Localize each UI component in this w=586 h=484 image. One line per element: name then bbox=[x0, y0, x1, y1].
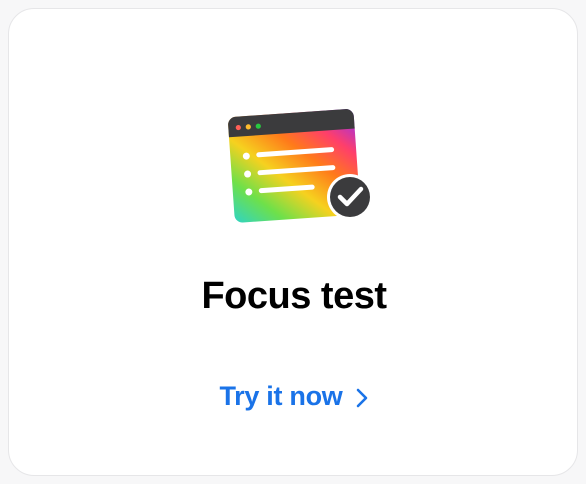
focus-test-app-icon bbox=[228, 109, 373, 223]
try-it-now-link[interactable]: Try it now bbox=[9, 381, 579, 412]
card-title: Focus test bbox=[201, 275, 387, 317]
chevron-right-icon bbox=[356, 388, 367, 407]
focus-test-card: Focus test Try it now bbox=[8, 8, 578, 476]
try-it-now-label: Try it now bbox=[219, 381, 343, 411]
